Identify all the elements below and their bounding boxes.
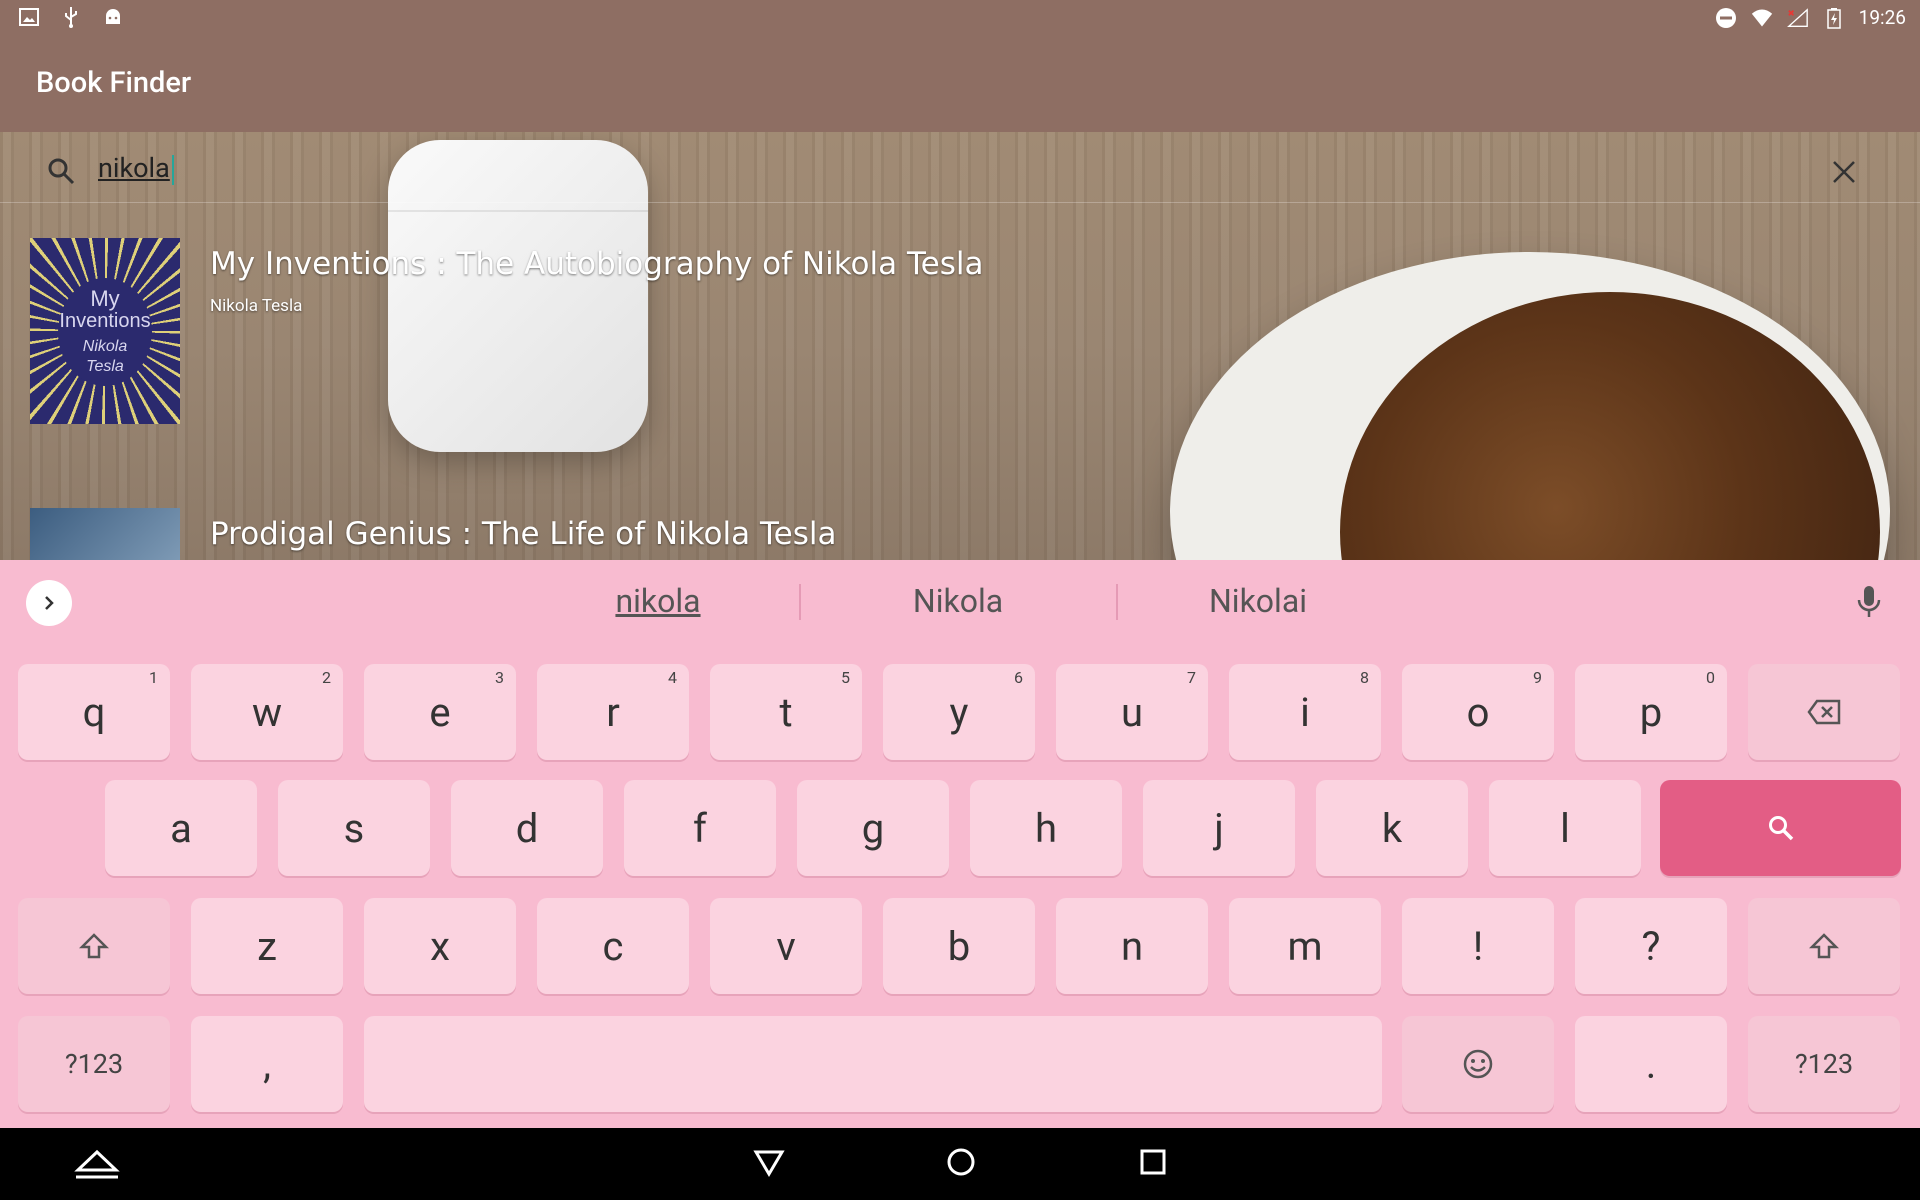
key-e[interactable]: e3 [364, 664, 516, 760]
key-h[interactable]: h [970, 780, 1122, 876]
expand-toolbar-button[interactable] [26, 580, 72, 626]
search-icon [1768, 816, 1793, 841]
search-input[interactable]: nikola [98, 152, 174, 185]
recents-icon[interactable] [1136, 1142, 1170, 1186]
key-exclamation[interactable]: ! [1402, 898, 1554, 994]
key-o[interactable]: o9 [1402, 664, 1554, 760]
app-bar: Book Finder [0, 36, 1920, 132]
cell-signal-icon [1786, 7, 1809, 29]
do-not-disturb-icon [1715, 7, 1737, 29]
key-i[interactable]: i8 [1229, 664, 1381, 760]
key-x[interactable]: x [364, 898, 516, 994]
clock: 19:26 [1858, 6, 1906, 29]
key-m[interactable]: m [1229, 898, 1381, 994]
key-z[interactable]: z [191, 898, 343, 994]
key-s[interactable]: s [278, 780, 430, 876]
app-title: Book Finder [36, 66, 192, 100]
symbols-key-right[interactable]: ?123 [1748, 1016, 1900, 1112]
book-cover: My Inventions Nikola Tesla [30, 238, 180, 424]
key-l[interactable]: l [1489, 780, 1641, 876]
soft-keyboard: nikola Nikola Nikolai q1 w2 e3 r4 t5 y6 … [0, 560, 1920, 1128]
suggestion-bar: nikola Nikola Nikolai [0, 560, 1920, 644]
results-area: nikola My Inventions Nikola Tesla My Inv… [0, 132, 1920, 560]
backspace-icon [1807, 699, 1841, 725]
key-j[interactable]: j [1143, 780, 1295, 876]
status-bar: 19:26 [0, 0, 1920, 36]
home-icon[interactable] [944, 1142, 978, 1186]
key-v[interactable]: v [710, 898, 862, 994]
key-period[interactable]: . [1575, 1016, 1727, 1112]
chevron-right-icon [45, 596, 54, 610]
suggestion-2[interactable]: Nikola [838, 582, 1078, 620]
usb-icon [60, 6, 82, 28]
key-q[interactable]: q1 [18, 664, 170, 760]
key-comma[interactable]: , [191, 1016, 343, 1112]
list-item[interactable]: Prodigal Genius : The Life of Nikola Tes… [0, 506, 1920, 560]
key-a[interactable]: a [105, 780, 257, 876]
key-t[interactable]: t5 [710, 664, 862, 760]
shift-key-left[interactable] [18, 898, 170, 994]
microphone-icon[interactable] [1856, 584, 1882, 624]
symbols-key-left[interactable]: ?123 [18, 1016, 170, 1112]
backspace-key[interactable] [1748, 664, 1900, 760]
emoji-icon [1463, 1049, 1493, 1079]
key-g[interactable]: g [797, 780, 949, 876]
key-c[interactable]: c [537, 898, 689, 994]
key-r[interactable]: r4 [537, 664, 689, 760]
book-cover [30, 508, 180, 560]
image-notification-icon [18, 6, 40, 28]
android-icon [102, 6, 124, 28]
key-n[interactable]: n [1056, 898, 1208, 994]
wifi-icon [1751, 7, 1773, 29]
clear-search-icon[interactable] [1832, 160, 1856, 188]
search-key[interactable] [1660, 780, 1901, 876]
back-icon[interactable] [752, 1142, 786, 1186]
shift-key-right[interactable] [1748, 898, 1900, 994]
shift-icon [79, 933, 109, 959]
key-u[interactable]: u7 [1056, 664, 1208, 760]
book-title: Prodigal Genius : The Life of Nikola Tes… [210, 516, 837, 552]
search-bar: nikola [0, 132, 1920, 203]
key-p[interactable]: p0 [1575, 664, 1727, 760]
suggestion-1[interactable]: nikola [538, 582, 778, 620]
key-d[interactable]: d [451, 780, 603, 876]
show-keyboard-switcher-icon[interactable] [74, 1142, 120, 1186]
suggestion-3[interactable]: Nikolai [1138, 582, 1378, 620]
key-y[interactable]: y6 [883, 664, 1035, 760]
list-item[interactable]: My Inventions Nikola Tesla My Inventions… [0, 236, 1920, 456]
emoji-key[interactable] [1402, 1016, 1554, 1112]
key-f[interactable]: f [624, 780, 776, 876]
key-k[interactable]: k [1316, 780, 1468, 876]
book-title: My Inventions : The Autobiography of Nik… [210, 246, 984, 282]
search-icon [46, 156, 76, 190]
battery-charging-icon [1823, 7, 1845, 29]
shift-icon [1809, 933, 1839, 959]
space-bar[interactable] [364, 1016, 1382, 1112]
text-cursor [171, 154, 174, 185]
navigation-bar [0, 1128, 1920, 1200]
book-author: Nikola Tesla [210, 296, 303, 316]
key-question[interactable]: ? [1575, 898, 1727, 994]
key-w[interactable]: w2 [191, 664, 343, 760]
key-b[interactable]: b [883, 898, 1035, 994]
